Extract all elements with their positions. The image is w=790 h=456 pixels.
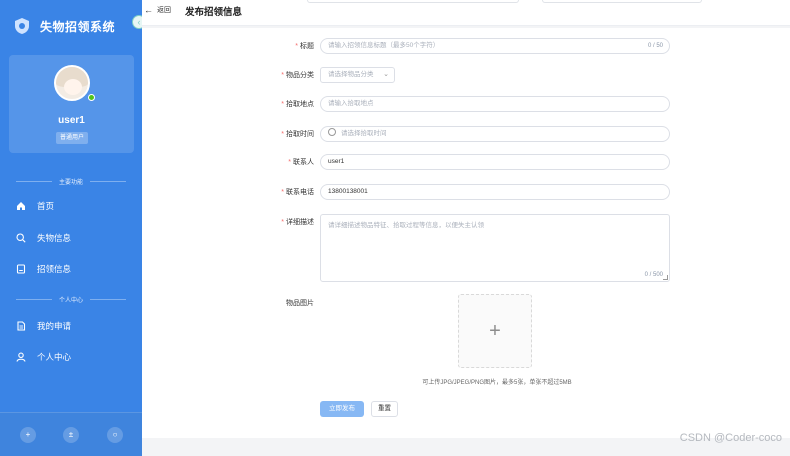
section-title-personal: 个人中心	[0, 295, 142, 305]
description-counter: 0 / 500	[644, 272, 663, 278]
plus-icon: +	[489, 320, 501, 342]
phone-label: * 联系电话	[281, 189, 314, 196]
description-label: * 详细描述	[281, 219, 314, 226]
watermark: CSDN @Coder-coco	[679, 432, 782, 444]
clock-icon	[328, 128, 336, 136]
location-label: * 拾取地点	[281, 101, 314, 108]
sidebar-item-label: 首页	[37, 201, 55, 211]
sidebar-item-label: 个人中心	[37, 352, 72, 362]
footer-add-button[interactable]: +	[20, 427, 36, 443]
arrow-left-icon: ←	[144, 5, 153, 15]
sidebar-item-label: 招领信息	[37, 264, 72, 274]
phone-input[interactable]: 13800138001	[320, 184, 670, 200]
footer-toggle-button[interactable]: ±	[63, 427, 79, 443]
sidebar-footer: + ± ○	[0, 412, 142, 456]
sidebar-item-profile[interactable]: 个人中心	[16, 348, 71, 366]
main-content: ← 返回 发布招领信息 * 标题 请输入招领信息标题（最多50个字符） 0 / 5…	[142, 0, 790, 456]
upload-hint: 可上传JPG/JPEG/PNG图片，最多5张，单张不超过5MB	[422, 380, 572, 386]
document-icon	[16, 321, 26, 331]
shield-logo-icon	[14, 17, 30, 35]
role-badge: 普通用户	[56, 132, 89, 144]
image-upload-button[interactable]: +	[458, 294, 532, 368]
sidebar-item-found[interactable]: 招领信息	[16, 260, 71, 278]
time-label: * 拾取时间	[281, 131, 314, 138]
location-input[interactable]: 请输入拾取地点	[320, 96, 670, 112]
header-tab-edge	[542, 0, 702, 3]
clipboard-icon	[16, 264, 26, 274]
sidebar: 失物招领系统 ‹ user1 普通用户 主要功能 首页 失物信息 招领信息 个人…	[0, 0, 146, 456]
contact-label: * 联系人	[288, 159, 314, 166]
app-root: 失物招领系统 ‹ user1 普通用户 主要功能 首页 失物信息 招领信息 个人…	[0, 0, 790, 456]
username: user1	[58, 115, 85, 126]
publish-form: * 标题 请输入招领信息标题（最多50个字符） 0 / 50 * 物品分类 请选择物…	[142, 28, 790, 438]
brand-title: 失物招领系统	[40, 19, 116, 34]
submit-button[interactable]: 立即发布	[320, 401, 364, 417]
images-label: 物品图片	[286, 300, 314, 307]
sidebar-item-label: 失物信息	[37, 233, 72, 243]
back-label: 返回	[157, 7, 171, 14]
description-textarea[interactable]: 请详细描述物品特征、拾取过程等信息，以便失主认领 0 / 500	[320, 214, 670, 282]
home-icon	[16, 201, 26, 211]
section-title-main: 主要功能	[0, 177, 142, 187]
search-icon	[16, 233, 26, 243]
category-label: * 物品分类	[281, 72, 314, 79]
title-counter: 0 / 50	[647, 43, 663, 49]
sidebar-item-home[interactable]: 首页	[16, 197, 54, 215]
header-tab-edge	[307, 0, 519, 3]
footer-circle-button[interactable]: ○	[107, 427, 123, 443]
sidebar-item-my-applications[interactable]: 我的申请	[16, 317, 71, 335]
online-status-dot	[88, 94, 95, 101]
sidebar-item-label: 我的申请	[37, 321, 72, 331]
chevron-down-icon: ⌄	[383, 71, 389, 78]
title-input[interactable]: 请输入招领信息标题（最多50个字符） 0 / 50	[320, 38, 670, 54]
sidebar-item-lost[interactable]: 失物信息	[16, 229, 71, 247]
reset-button[interactable]: 重置	[371, 401, 398, 417]
back-button[interactable]: ← 返回	[144, 5, 171, 15]
category-select[interactable]: 请选择物品分类 ⌄	[320, 67, 395, 83]
contact-input[interactable]: user1	[320, 154, 670, 170]
resize-handle[interactable]	[663, 275, 668, 280]
page-header: ← 返回 发布招领信息	[142, 0, 790, 26]
page-title: 发布招领信息	[185, 7, 243, 18]
title-label: * 标题	[295, 43, 314, 50]
avatar[interactable]	[54, 65, 90, 101]
user-icon	[16, 352, 26, 362]
time-picker[interactable]: 请选择拾取时间	[320, 126, 670, 142]
brand: 失物招领系统	[14, 14, 115, 38]
user-card: user1 普通用户	[9, 55, 134, 153]
